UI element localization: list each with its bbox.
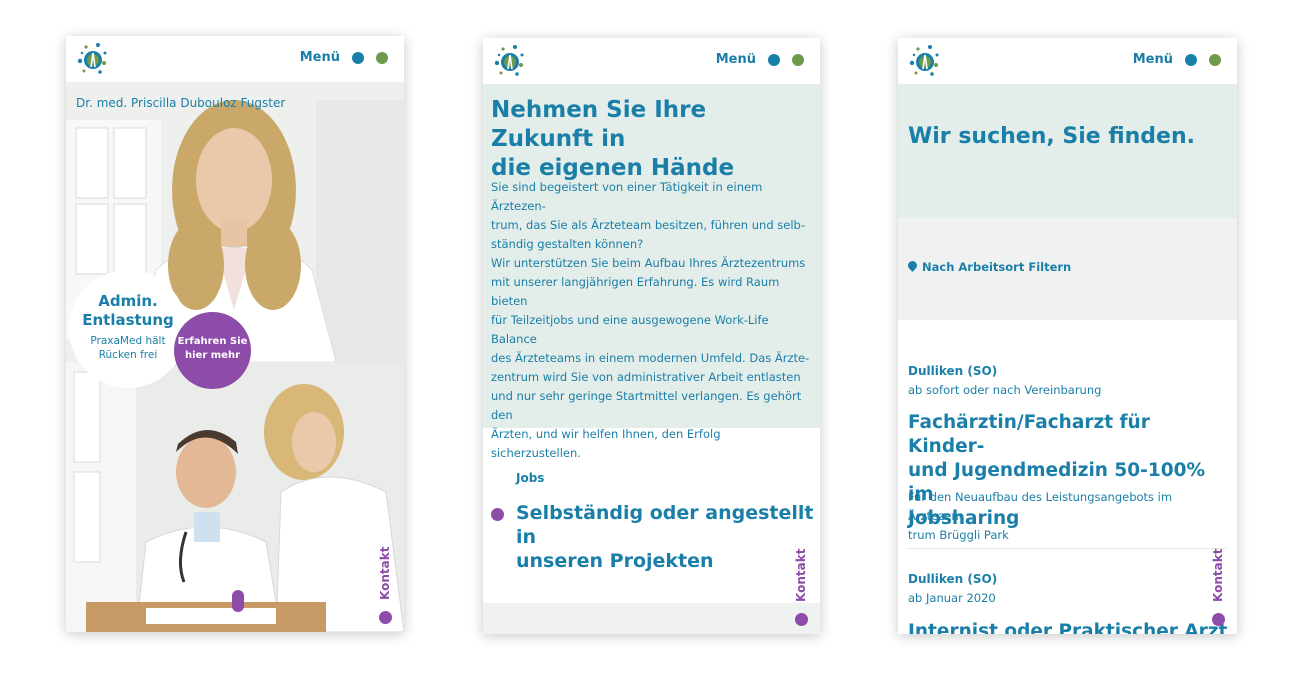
contact-tab[interactable]: Kontakt (790, 540, 814, 626)
top-bar: Menü (483, 38, 820, 84)
contact-dot-icon (379, 611, 392, 624)
blue-dot-icon[interactable] (768, 54, 780, 66)
doctors-at-desk-photo (66, 362, 404, 632)
menu-button[interactable]: Menü (300, 50, 340, 65)
jobs-title-line2: unseren Projekten (516, 550, 714, 572)
job-date: ab Januar 2020 (908, 591, 996, 605)
badge-title-line2: Entlastung (82, 311, 174, 329)
badge-subtitle-line2: Rücken frei (98, 349, 158, 361)
contact-dot-icon (1212, 613, 1225, 626)
praxamed-logo[interactable] (74, 41, 110, 75)
jobs-section-label: Jobs (516, 471, 545, 485)
job-description: Für den Neuaufbau des Leistungsangebots … (908, 488, 1230, 545)
job-desc-line: Für den Neuaufbau des Leistungsangebots … (908, 490, 1173, 523)
para2-line: mit unserer langjährigen Erfahrung. Es w… (491, 275, 780, 308)
learn-more-button[interactable]: Erfahren Sie hier mehr (174, 312, 251, 389)
job-title-line: Internist oder Praktischer Arzt (908, 621, 1228, 634)
top-bar: Menü (66, 36, 404, 82)
green-dot-icon[interactable] (792, 54, 804, 66)
contact-dot-icon (795, 613, 808, 626)
title-line1: Nehmen Sie Ihre Zukunft in (491, 97, 707, 152)
jobs-bullet-icon (491, 508, 504, 521)
intro-paragraph-2: Wir unterstützen Sie beim Aufbau Ihres Ä… (491, 254, 813, 463)
para2-line: Wir unterstützen Sie beim Aufbau Ihres Ä… (491, 256, 806, 270)
intro-paragraph-1: Sie sind begeistert von einer Tätigkeit … (491, 178, 813, 254)
page-title: Wir suchen, Sie finden. (908, 124, 1195, 149)
contact-tab[interactable]: Kontakt (1207, 540, 1231, 626)
para2-line: Ärzten, und wir helfen Ihnen, den Erfolg… (491, 427, 721, 460)
job-title-line: Fachärztin/Facharzt für Kinder- (908, 412, 1150, 457)
contact-label: Kontakt (1211, 548, 1225, 602)
para1-line: trum, das Sie als Ärzteteam besitzen, fü… (491, 218, 805, 232)
doctor-name: Dr. med. Priscilla Dubouloz Fugster (76, 96, 286, 110)
cta-line2: hier mehr (185, 350, 240, 361)
para2-line: und nur sehr geringe Startmittel verlang… (491, 389, 802, 422)
para2-line: für Teilzeitjobs und eine ausgewogene Wo… (491, 313, 769, 346)
map-pin-icon (906, 259, 919, 272)
phone-screen-jobs: Menü Wir suchen, Sie finden. Nach Arbeit… (898, 38, 1237, 634)
job-divider (908, 548, 1227, 549)
jobs-section-link[interactable]: Selbständig oder angestellt in unseren P… (516, 501, 816, 573)
blue-dot-icon[interactable] (1185, 54, 1197, 66)
jobs-title-line1: Selbständig oder angestellt in (516, 502, 814, 548)
menu-button[interactable]: Menü (1133, 52, 1173, 67)
job-desc-line: trum Brüggli Park (908, 528, 1009, 542)
footer-strip (483, 603, 820, 634)
job-location: Dulliken (SO) (908, 572, 998, 586)
badge-title-line1: Admin. (98, 292, 158, 310)
para2-line: zentrum wird Sie von administrativer Arb… (491, 370, 801, 384)
contact-label: Kontakt (378, 546, 392, 600)
job-location: Dulliken (SO) (908, 364, 998, 378)
job-title-link[interactable]: Internist oder Praktischer Arzt (908, 620, 1230, 634)
contact-tab[interactable]: Kontakt (374, 538, 398, 624)
job-date: ab sofort oder nach Vereinbarung (908, 383, 1102, 397)
cta-line1: Erfahren Sie (177, 336, 248, 347)
badge-subtitle-line1: PraxaMed hält (90, 335, 166, 347)
green-dot-icon[interactable] (376, 52, 388, 64)
filter-label: Nach Arbeitsort Filtern (922, 260, 1072, 274)
praxamed-logo[interactable] (906, 43, 942, 77)
para2-line: des Ärzteteams in einem modernen Umfeld.… (491, 351, 810, 365)
menu-button[interactable]: Menü (716, 52, 756, 67)
green-dot-icon[interactable] (1209, 54, 1221, 66)
page-title: Nehmen Sie Ihre Zukunft in die eigenen H… (491, 96, 813, 183)
para1-line: ständig gestalten können? (491, 237, 644, 251)
admin-relief-badge: Admin. Entlastung PraxaMed hält Rücken fre… (69, 270, 187, 388)
praxamed-logo[interactable] (491, 43, 527, 77)
location-filter-button[interactable]: Nach Arbeitsort Filtern (906, 259, 1072, 274)
phone-screen-future: Menü Nehmen Sie Ihre Zukunft in die eige… (483, 38, 820, 634)
phone-screen-home: Menü Dr. med. Priscilla Dubouloz Fugster (66, 36, 404, 632)
contact-label: Kontakt (794, 548, 808, 602)
top-bar: Menü (898, 38, 1237, 84)
para1-line: Sie sind begeistert von einer Tätigkeit … (491, 180, 763, 213)
blue-dot-icon[interactable] (352, 52, 364, 64)
hero-panel (898, 84, 1237, 218)
